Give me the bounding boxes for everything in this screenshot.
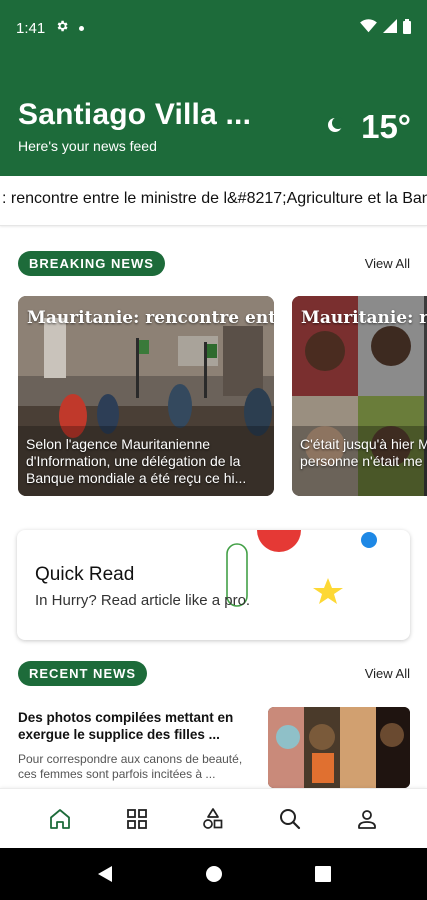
system-navigation-bar — [0, 848, 427, 900]
recents-icon[interactable] — [314, 866, 331, 882]
shapes-icon — [203, 807, 223, 829]
nav-categories-button[interactable] — [115, 797, 159, 841]
recent-news-header: RECENT NEWS View All — [18, 661, 410, 686]
nav-search-button[interactable] — [268, 797, 312, 841]
breaking-view-all-link[interactable]: View All — [365, 256, 410, 271]
temperature: 15° — [361, 108, 411, 145]
breaking-card-body: C'était jusqu'à hier Mauritanie, une sim… — [300, 436, 427, 469]
signal-icon — [383, 19, 397, 37]
status-bar: 1:41 — [0, 0, 427, 56]
list-item[interactable]: Des photos compilées mettant en exergue … — [18, 704, 410, 788]
back-icon[interactable] — [97, 865, 113, 883]
ticker-text: : rencontre entre le ministre de l&#8217… — [2, 190, 427, 207]
user-greeting-title: Santiago Villa ... — [18, 98, 252, 131]
battery-icon — [403, 18, 411, 38]
nav-explore-button[interactable] — [191, 797, 235, 841]
recent-item-thumbnail — [268, 707, 410, 788]
status-time: 1:41 — [16, 19, 46, 37]
app-header: 1:41 Santiago Villa ... Here's your news — [0, 0, 427, 176]
breaking-card-title: Mauritanie: renco — [301, 308, 427, 328]
quick-read-subtitle: In Hurry? Read article like a pro. — [35, 592, 251, 609]
nav-home-button[interactable] — [38, 797, 82, 841]
recent-news-label: RECENT NEWS — [18, 661, 148, 686]
breaking-card-title: Mauritanie: rencontre entre — [27, 308, 274, 328]
breaking-news-label: BREAKING NEWS — [18, 251, 165, 276]
home-icon — [50, 808, 71, 829]
moon-icon — [327, 116, 345, 138]
breaking-news-carousel[interactable]: Mauritanie: rencontre entre Selon l'agen… — [18, 296, 427, 496]
categories-icon — [126, 808, 147, 829]
quick-read-title: Quick Read — [35, 564, 135, 585]
breaking-card-body: Selon l'agence Mauritanienne d'Informati… — [26, 436, 247, 486]
breaking-news-card[interactable]: Mauritanie: rencontre entre Selon l'agen… — [18, 296, 274, 496]
header-subtitle: Here's your news feed — [18, 138, 157, 154]
wifi-icon — [360, 19, 377, 37]
notification-dot-icon — [79, 25, 85, 31]
recent-view-all-link[interactable]: View All — [365, 666, 410, 681]
weather-widget[interactable]: 15° — [327, 108, 411, 146]
gear-icon — [55, 19, 69, 37]
nav-profile-button[interactable] — [345, 797, 389, 841]
recent-item-title: Des photos compilées mettant en exergue … — [18, 710, 234, 742]
search-icon — [280, 808, 301, 829]
profile-icon — [357, 809, 376, 829]
bottom-navigation — [0, 788, 427, 848]
news-ticker[interactable]: : rencontre entre le ministre de l&#8217… — [0, 176, 427, 226]
breaking-news-header: BREAKING NEWS View All — [18, 251, 410, 276]
home-circle-icon[interactable] — [205, 865, 223, 883]
quick-read-card[interactable]: Quick Read In Hurry? Read article like a… — [17, 530, 410, 640]
breaking-news-card[interactable]: Mauritanie: renco C'était jusqu'à hier M… — [292, 296, 427, 496]
recent-item-description: Pour correspondre aux canons de beauté, … — [18, 752, 243, 781]
app-screen: 1:41 Santiago Villa ... Here's your news — [0, 0, 427, 900]
